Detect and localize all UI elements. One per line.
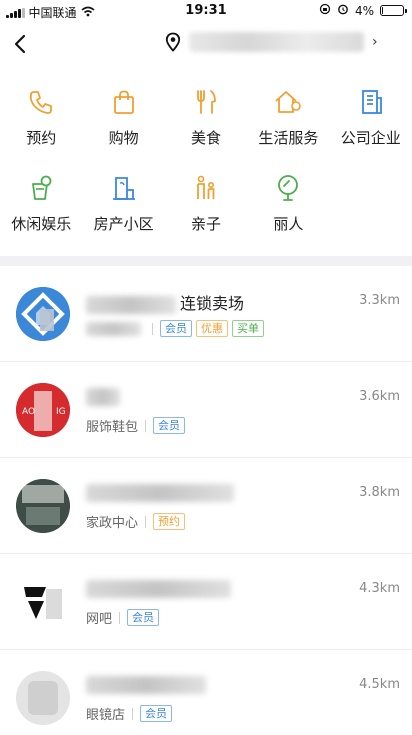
category-label: 生活服务: [258, 129, 319, 147]
svg-text:IG: IG: [56, 407, 66, 417]
category-food[interactable]: 美食: [165, 80, 247, 166]
shop-distance: 3.8km: [359, 485, 400, 500]
drink-icon: [25, 172, 57, 204]
member-tag: 会员: [127, 609, 160, 626]
category-label: 丽人: [273, 215, 304, 233]
parent-child-icon: [190, 172, 222, 204]
shop-category: 眼镜店: [86, 708, 126, 723]
pay-tag: 买单: [232, 320, 264, 337]
category-parent-child[interactable]: 亲子: [165, 166, 247, 252]
back-button[interactable]: [8, 31, 32, 57]
category-label: 美食: [190, 129, 221, 147]
shop-list: 连锁卖场 会员 优惠 买单 3.3km AO IG 服饰鞋包 会员 3.6km: [0, 266, 412, 735]
category-beauty[interactable]: 丽人: [247, 166, 329, 252]
shop-name: [86, 386, 124, 406]
category-label: 购物: [108, 129, 139, 147]
shop-category-redacted: [86, 321, 141, 336]
category-real-estate[interactable]: 房产小区: [82, 166, 164, 252]
shop-name-redacted: [86, 675, 206, 694]
category-label: 休闲娱乐: [11, 215, 72, 233]
house-icon: [272, 86, 304, 118]
category-label: 公司企业: [340, 129, 401, 147]
shop-name: [86, 482, 238, 502]
category-life-services[interactable]: 生活服务: [247, 80, 329, 166]
lock-rotation-icon: [319, 3, 331, 18]
address-redacted: [189, 32, 364, 52]
category-booking[interactable]: 预约: [0, 80, 82, 166]
shop-name-redacted: [86, 295, 176, 314]
status-bar: 中国联通 19:31 4%: [0, 0, 412, 22]
shop-list-item[interactable]: AO IG 服饰鞋包 会员 3.6km: [0, 362, 412, 458]
category-grid: 预约 购物 美食 生活服务 公司企业 休闲娱乐 房产小区 亲子 丽人: [0, 80, 412, 252]
shop-list-item[interactable]: 眼镜店 会员 4.5km: [0, 650, 412, 735]
shop-distance: 4.5km: [359, 677, 400, 692]
category-label: 预约: [26, 129, 57, 147]
shop-logo: [16, 479, 70, 533]
shop-distance: 3.3km: [359, 293, 400, 308]
shop-category: 服饰鞋包: [86, 420, 139, 435]
section-divider: [0, 256, 412, 266]
category-label: 亲子: [190, 215, 221, 233]
chevron-left-icon: [14, 34, 26, 54]
nav-bar: ›: [0, 22, 412, 66]
shop-list-item[interactable]: 网吧 会员 4.3km: [0, 554, 412, 650]
battery-percent: 4%: [354, 3, 374, 18]
location-pin-icon: [165, 32, 181, 52]
svg-text:AO: AO: [22, 407, 35, 417]
shop-name: 连锁卖场: [86, 290, 244, 314]
shop-name-redacted: [86, 579, 231, 598]
shop-list-item[interactable]: 连锁卖场 会员 优惠 买单 3.3km: [0, 266, 412, 362]
phone-icon: [25, 86, 57, 118]
location-selector[interactable]: ›: [165, 32, 378, 52]
shop-logo: AO IG: [16, 383, 70, 437]
shop-meta: 服饰鞋包 会员: [86, 416, 189, 435]
shop-name: [86, 578, 235, 598]
category-label: 房产小区: [93, 215, 154, 233]
battery-icon: [380, 5, 407, 16]
category-row: 预约 购物 美食 生活服务 公司企业: [0, 80, 412, 166]
shop-list-item[interactable]: 家政中心 预约 3.8km: [0, 458, 412, 554]
property-icon: [108, 172, 140, 204]
shop-distance: 3.6km: [359, 389, 400, 404]
alarm-icon: [337, 3, 349, 18]
member-tag: 会员: [153, 417, 186, 434]
category-leisure[interactable]: 休闲娱乐: [0, 166, 82, 252]
shop-logo: [16, 671, 70, 725]
member-tag: 会员: [160, 320, 192, 337]
shop-meta: 网吧 会员: [86, 608, 163, 627]
shop-name: [86, 674, 210, 694]
category-shopping[interactable]: 购物: [82, 80, 164, 166]
building-icon: [355, 86, 387, 118]
shop-distance: 4.3km: [359, 581, 400, 596]
shop-meta: 眼镜店 会员: [86, 704, 176, 723]
fork-knife-icon: [190, 86, 222, 118]
shop-name-redacted: [86, 483, 234, 502]
discount-tag: 优惠: [196, 320, 228, 337]
shop-category: 网吧: [86, 612, 113, 627]
shop-meta: 家政中心 预约: [86, 512, 189, 531]
shop-logo: [16, 575, 70, 629]
chevron-right-icon: ›: [372, 34, 378, 50]
mirror-icon: [272, 172, 304, 204]
shop-name-redacted: [86, 387, 120, 406]
member-tag: 会员: [140, 705, 173, 722]
status-right: 4%: [319, 3, 407, 18]
shopping-bag-icon: [108, 86, 140, 118]
shop-category: 家政中心: [86, 516, 139, 531]
category-row: 休闲娱乐 房产小区 亲子 丽人: [0, 166, 412, 252]
shop-meta: 会员 优惠 买单: [86, 320, 268, 337]
shop-logo: [16, 287, 70, 341]
category-companies[interactable]: 公司企业: [330, 80, 412, 166]
reserve-tag: 预约: [153, 513, 186, 530]
